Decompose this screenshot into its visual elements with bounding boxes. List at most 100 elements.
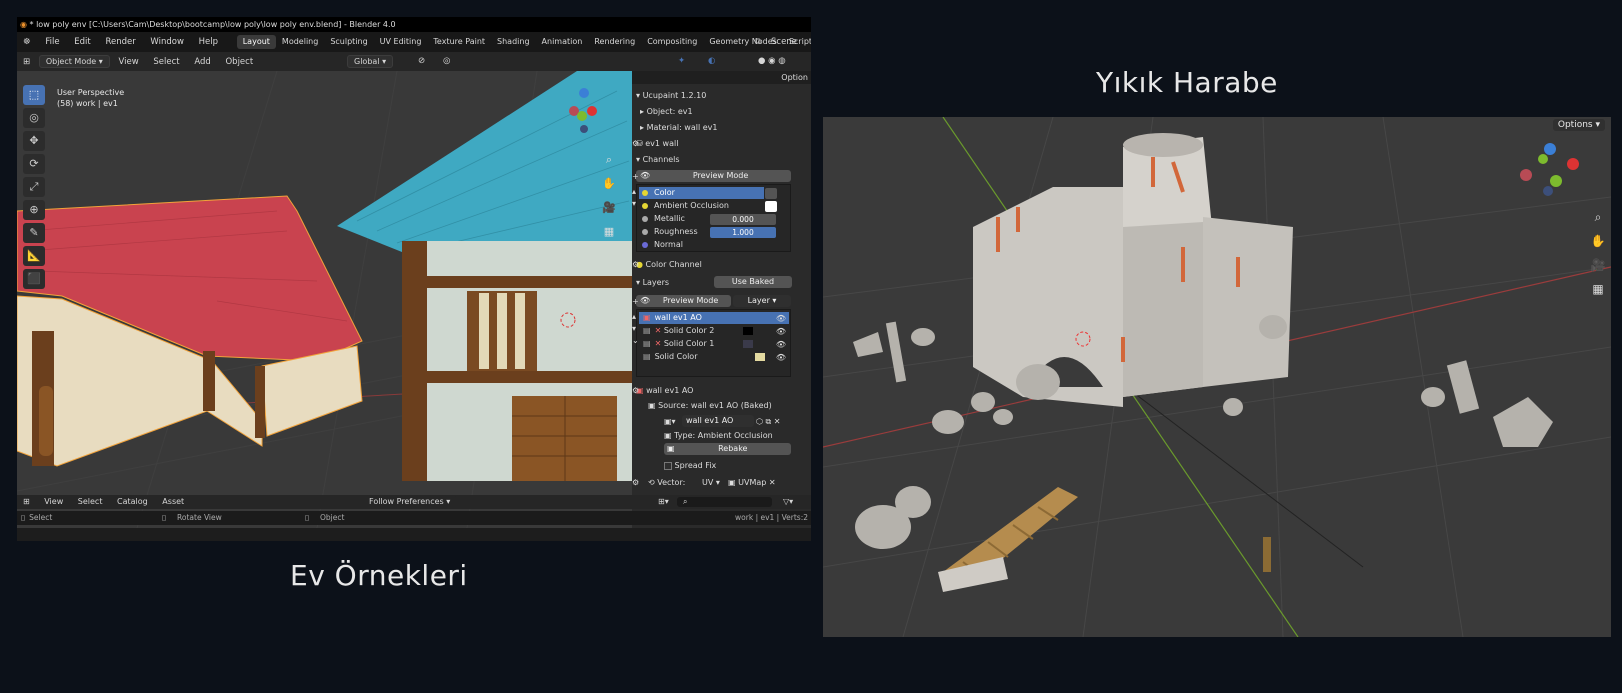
- image-browse-icon[interactable]: ▣▾: [664, 415, 676, 428]
- follow-preferences-dropdown[interactable]: Follow Preferences ▾: [362, 495, 458, 508]
- source-row[interactable]: ▣ Source: wall ev1 AO (Baked): [648, 399, 772, 412]
- viewport-nav-controls: ⌕ ✋ 🎥 ▦: [600, 151, 620, 247]
- filter-icon[interactable]: ▽▾: [777, 495, 799, 509]
- scale-icon[interactable]: ⤢: [23, 177, 45, 197]
- layer-item-solid-color-1[interactable]: ▤ ✕ Solid Color 1: [639, 338, 789, 350]
- layer-item-solid-color-2[interactable]: ▤ ✕ Solid Color 2: [639, 325, 789, 337]
- cursor-icon[interactable]: ◎: [23, 108, 45, 128]
- use-baked-button[interactable]: Use Baked: [714, 276, 792, 288]
- channels-header[interactable]: ▾ Channels: [636, 153, 680, 166]
- select-box-icon[interactable]: ⬚: [23, 85, 45, 105]
- grid-view-icon[interactable]: ▦: [1588, 277, 1608, 301]
- tab-shading[interactable]: Shading: [491, 32, 536, 52]
- tab-texture-paint[interactable]: Texture Paint: [427, 32, 491, 52]
- asset-menu-catalog[interactable]: Catalog: [111, 495, 154, 509]
- roughness-value[interactable]: 1.000: [710, 227, 776, 238]
- options-button[interactable]: Option: [781, 71, 808, 84]
- menu-window[interactable]: Window: [144, 32, 190, 52]
- layers-header[interactable]: ▾ Layers: [636, 276, 669, 289]
- transform-icon[interactable]: ⊕: [23, 200, 45, 220]
- layer-swatch[interactable]: [755, 353, 765, 361]
- mouse-middle-icon: ▯: [162, 513, 167, 522]
- annotate-icon[interactable]: ✎: [23, 223, 45, 243]
- move-icon[interactable]: ✥: [23, 131, 45, 151]
- channel-name: Normal: [654, 240, 683, 249]
- camera-icon[interactable]: 🎥: [1588, 253, 1608, 277]
- spread-fix-checkbox[interactable]: Spread Fix: [664, 459, 716, 472]
- object-row[interactable]: ▸ Object: ev1: [640, 105, 693, 118]
- image-actions-icons[interactable]: ⬡ ⧉ ✕: [756, 415, 781, 428]
- tab-layout[interactable]: Layout: [236, 35, 276, 49]
- layer-swatch[interactable]: [743, 327, 753, 335]
- mouse-left-icon: ▯: [21, 513, 26, 522]
- navigation-gizmo[interactable]: [1520, 143, 1579, 196]
- asset-editor-icon[interactable]: ⊞: [17, 495, 36, 509]
- pan-hand-icon[interactable]: ✋: [600, 175, 618, 193]
- tab-rendering[interactable]: Rendering: [588, 32, 641, 52]
- channel-item-roughness[interactable]: Roughness: [639, 226, 698, 238]
- asset-menu-select[interactable]: Select: [72, 495, 109, 509]
- addon-header[interactable]: ▾ Ucupaint 1.2.10: [636, 89, 706, 102]
- image-field[interactable]: wall ev1 AO: [682, 415, 754, 427]
- layer-swatch[interactable]: [743, 340, 753, 348]
- channel-item-metallic[interactable]: Metallic: [639, 213, 685, 225]
- tab-uv-editing[interactable]: UV Editing: [374, 32, 428, 52]
- viewport-info: User Perspective (58) work | ev1: [57, 87, 124, 109]
- overlay-toggle-icon[interactable]: ◐: [702, 52, 721, 71]
- proportional-edit-icon[interactable]: ◎: [437, 52, 456, 71]
- menu-view[interactable]: View: [113, 53, 145, 72]
- blender-menu-icon[interactable]: ☸: [17, 32, 37, 52]
- menu-add[interactable]: Add: [188, 53, 216, 72]
- shading-solid-icon[interactable]: ● ◉ ◍: [752, 52, 792, 71]
- scene-name[interactable]: Scene: [765, 32, 803, 52]
- options-dropdown[interactable]: Options ▾: [1552, 119, 1605, 131]
- menu-render[interactable]: Render: [99, 32, 141, 52]
- tab-animation[interactable]: Animation: [536, 32, 589, 52]
- add-channel-icon[interactable]: +: [632, 170, 805, 183]
- tab-compositing[interactable]: Compositing: [641, 32, 703, 52]
- layer-scroll-arrows[interactable]: ▴ ▾ ⌄: [632, 311, 803, 345]
- rebake-button[interactable]: ▣ Rebake: [664, 443, 791, 455]
- add-layer-icon[interactable]: +: [632, 295, 805, 308]
- npanel-tab-row: Option: [632, 71, 811, 84]
- zoom-icon[interactable]: ⌕: [1588, 205, 1608, 229]
- menu-file[interactable]: File: [39, 32, 65, 52]
- editor-type-icon[interactable]: ⊞: [17, 53, 36, 72]
- rotate-icon[interactable]: ⟳: [23, 154, 45, 174]
- tab-modeling[interactable]: Modeling: [276, 32, 324, 52]
- grid-view-icon[interactable]: ▦: [600, 223, 618, 241]
- list-scroll-arrows[interactable]: ▴ ▾: [632, 186, 803, 208]
- menu-help[interactable]: Help: [193, 32, 224, 52]
- pan-hand-icon[interactable]: ✋: [1588, 229, 1608, 253]
- measure-icon[interactable]: 📐: [23, 246, 45, 266]
- asset-search-field[interactable]: ⌕: [677, 497, 772, 507]
- tab-sculpting[interactable]: Sculpting: [324, 32, 373, 52]
- mode-dropdown[interactable]: Object Mode ▾: [38, 55, 110, 68]
- asset-menu-view[interactable]: View: [38, 495, 69, 509]
- menu-select[interactable]: Select: [147, 53, 185, 72]
- title-bar: ◉ * low poly env [C:\Users\Cam\Desktop\b…: [17, 17, 811, 32]
- layer-item-solid-color[interactable]: ▤ Solid Color: [639, 351, 789, 363]
- gizmo-toggle-icon[interactable]: ✦: [672, 52, 691, 71]
- ao-swatch[interactable]: [765, 201, 777, 212]
- settings-gear-icon[interactable]: ⚙: [632, 137, 805, 150]
- zoom-icon[interactable]: ⌕: [600, 151, 618, 169]
- asset-menu-asset[interactable]: Asset: [156, 495, 190, 509]
- camera-icon[interactable]: 🎥: [600, 199, 618, 217]
- transform-orientation-dropdown[interactable]: Global ▾: [347, 55, 394, 68]
- display-size-icon[interactable]: ⊞▾: [652, 495, 675, 509]
- channel-gear-icon[interactable]: ⚙: [632, 258, 805, 271]
- 3d-viewport[interactable]: ⬚ ◎ ✥ ⟳ ⤢ ⊕ ✎ 📐 ⬛ User Perspective (58) …: [17, 71, 632, 528]
- top-menu-bar: ☸ File Edit Render Window Help Layout Mod…: [17, 32, 811, 52]
- menu-edit[interactable]: Edit: [68, 32, 96, 52]
- layer-gear-icon[interactable]: ⚙: [632, 384, 805, 397]
- metallic-value[interactable]: 0.000: [710, 214, 776, 225]
- channel-item-ao[interactable]: Ambient Occlusion: [639, 200, 729, 212]
- material-row[interactable]: ▸ Material: wall ev1: [640, 121, 717, 134]
- vector-gear-icon[interactable]: ⚙: [632, 476, 805, 489]
- channel-item-normal[interactable]: Normal: [639, 239, 683, 251]
- add-cube-icon[interactable]: ⬛: [23, 269, 45, 289]
- menu-object[interactable]: Object: [219, 53, 259, 72]
- snap-icon[interactable]: ⊘: [412, 52, 431, 71]
- ruin-viewport[interactable]: Options ▾ ⌕ ✋ 🎥 ▦: [823, 117, 1611, 637]
